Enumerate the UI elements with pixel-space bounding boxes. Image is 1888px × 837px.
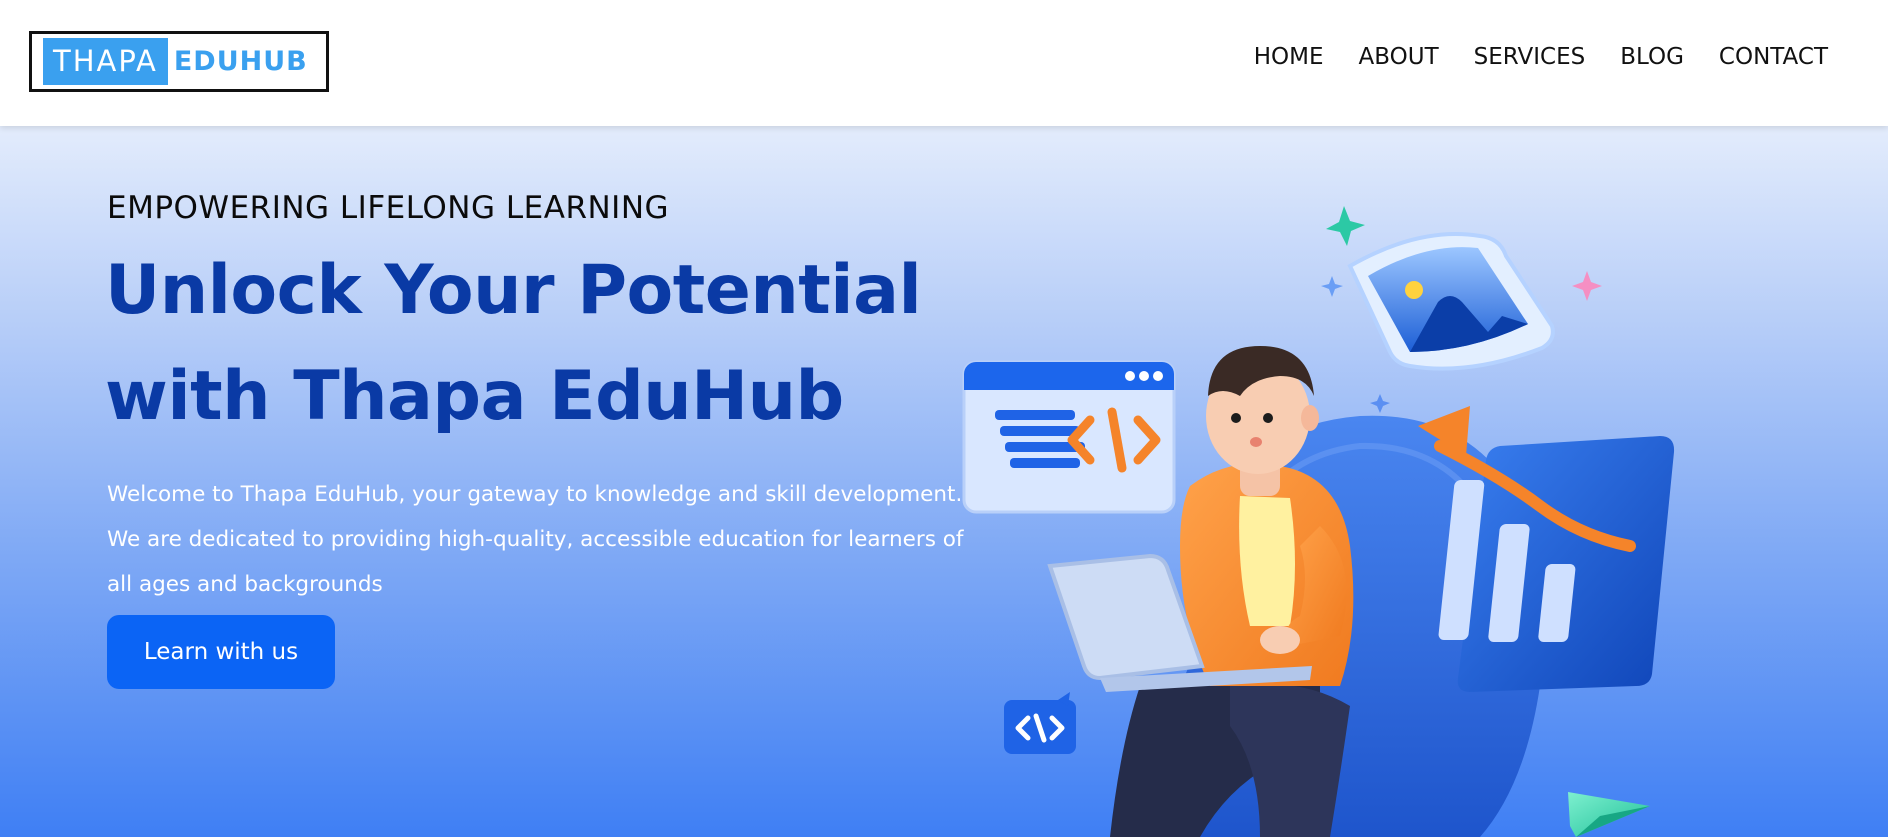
nav-item-contact: CONTACT (1719, 44, 1828, 70)
hero-eyebrow: EMPOWERING LIFELONG LEARNING (107, 190, 670, 226)
hero-illustration (962, 206, 1675, 837)
sparkle-icon-blue-small (1321, 276, 1343, 297)
nav-link-about[interactable]: ABOUT (1359, 44, 1439, 70)
nav-item-services: SERVICES (1474, 44, 1586, 70)
code-window-icon (962, 360, 1176, 514)
learn-with-us-button[interactable]: Learn with us (107, 615, 335, 689)
nav-item-blog: BLOG (1620, 44, 1684, 70)
nav-link-services[interactable]: SERVICES (1474, 44, 1586, 70)
nav-link-home[interactable]: HOME (1254, 44, 1324, 70)
sparkle-icon-blue (1370, 394, 1390, 413)
logo-text-secondary: EDUHUB (173, 46, 308, 77)
nav-menu: HOME ABOUT SERVICES BLOG CONTACT (1254, 44, 1828, 70)
hero-description: Welcome to Thapa EduHub, your gateway to… (107, 482, 964, 597)
hero-headline-line1: Unlock Your Potential (105, 251, 922, 330)
code-badge-icon (1004, 692, 1076, 754)
image-card-icon (1347, 232, 1555, 371)
logo-text-primary: THAPA (43, 38, 168, 85)
sparkle-icon-teal (1326, 206, 1365, 246)
nav-item-home: HOME (1254, 44, 1324, 70)
logo[interactable]: THAPA EDUHUB (29, 31, 329, 92)
hero-headline: Unlock Your Potential with Thapa EduHub (105, 238, 1005, 450)
sparkle-icon-pink (1572, 271, 1602, 301)
nav-link-contact[interactable]: CONTACT (1719, 44, 1828, 70)
navbar: THAPA EDUHUB HOME ABOUT SERVICES BLOG CO… (0, 0, 1888, 126)
hero-headline-line2: with Thapa EduHub (105, 357, 844, 436)
hero-section: EMPOWERING LIFELONG LEARNING Unlock Your… (0, 126, 1888, 837)
nav-link-blog[interactable]: BLOG (1620, 44, 1684, 70)
nav-item-about: ABOUT (1359, 44, 1439, 70)
paper-plane-icon (1568, 792, 1650, 837)
